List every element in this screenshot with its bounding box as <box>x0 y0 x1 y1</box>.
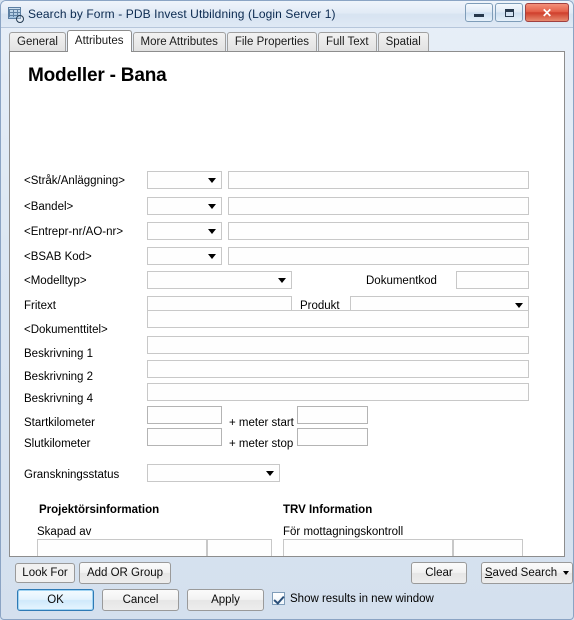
strak-anlaggning-input[interactable] <box>228 171 529 189</box>
beskrivning-4-input[interactable] <box>147 383 529 401</box>
label-granskningsstatus: Granskningsstatus <box>24 469 120 481</box>
add-or-group-button[interactable]: Add OR Group <box>79 562 171 584</box>
chevron-down-icon <box>208 229 216 234</box>
modelltyp-combo[interactable] <box>147 271 292 289</box>
section-heading-projektorsinformation: Projektörsinformation <box>39 504 160 516</box>
close-icon: ✕ <box>541 5 553 20</box>
bandel-input[interactable] <box>228 197 529 215</box>
label-dokumenttitel: <Dokumenttitel> <box>24 324 108 336</box>
chevron-down-icon <box>266 471 274 476</box>
entreprnr-aonr-combo[interactable] <box>147 222 222 240</box>
maximize-icon <box>496 4 522 21</box>
footer-row-actions: Look For Add OR Group Clear Saved Search <box>9 561 573 585</box>
label-startkilometer: Startkilometer <box>24 417 95 429</box>
chevron-down-icon <box>515 303 523 308</box>
meter-start-input[interactable] <box>297 406 368 424</box>
minimize-button[interactable] <box>465 3 493 22</box>
startkilometer-input[interactable] <box>147 406 222 424</box>
beskrivning-1-input[interactable] <box>147 336 529 354</box>
mottagningskontroll-input-1[interactable] <box>283 539 453 556</box>
section-heading-trv-information: TRV Information <box>283 504 373 516</box>
bandel-combo[interactable] <box>147 197 222 215</box>
ok-button[interactable]: OK <box>17 589 94 611</box>
label-slutkilometer: Slutkilometer <box>24 438 91 450</box>
footer-row-dialog-buttons: OK Cancel Apply Show results in new wind… <box>9 588 565 614</box>
tab-spatial[interactable]: Spatial <box>377 32 429 51</box>
show-results-checkbox-wrap[interactable]: Show results in new window <box>272 592 434 605</box>
cancel-button[interactable]: Cancel <box>102 589 179 611</box>
show-results-label: Show results in new window <box>290 592 434 605</box>
label-dokumentkod: Dokumentkod <box>366 275 437 287</box>
label-beskrivning-1: Beskrivning 1 <box>24 348 94 360</box>
bsab-kod-combo[interactable] <box>147 247 222 265</box>
bsab-kod-input[interactable] <box>228 247 529 265</box>
maximize-button[interactable] <box>495 3 523 22</box>
skapad-av-input-2[interactable] <box>207 539 272 556</box>
saved-search-accel: S <box>484 567 493 579</box>
label-skapad-av: Skapad av <box>37 526 92 538</box>
apply-button[interactable]: Apply <box>187 589 264 611</box>
dokumenttitel-input[interactable] <box>147 310 529 328</box>
form-search-icon <box>7 6 24 23</box>
dialog-footer: Look For Add OR Group Clear Saved Search… <box>1 557 573 619</box>
beskrivning-2-input[interactable] <box>147 360 529 378</box>
show-results-checkbox[interactable] <box>272 592 285 605</box>
skapad-av-input-1[interactable] <box>37 539 207 556</box>
strak-anlaggning-combo[interactable] <box>147 171 222 189</box>
tab-general[interactable]: General <box>9 32 66 51</box>
chevron-down-icon <box>563 571 570 575</box>
meter-stop-input[interactable] <box>297 428 368 446</box>
close-button[interactable]: ✕ <box>525 3 569 22</box>
tab-full-text[interactable]: Full Text <box>317 32 377 51</box>
page-title: Modeller - Bana <box>28 65 167 86</box>
tab-attributes[interactable]: Attributes <box>66 30 132 52</box>
minimize-icon <box>466 4 492 21</box>
label-beskrivning-4: Beskrivning 4 <box>24 393 94 405</box>
chevron-down-icon <box>278 278 286 283</box>
dokumentkod-input[interactable] <box>456 271 529 289</box>
chevron-down-icon <box>208 204 216 209</box>
chevron-down-icon <box>208 178 216 183</box>
label-strak-anlaggning: <Stråk/Anläggning> <box>24 175 126 187</box>
search-by-form-window: Search by Form - PDB Invest Utbildning (… <box>0 0 574 620</box>
tab-more-attributes[interactable]: More Attributes <box>132 32 226 51</box>
label-meter-stop: + meter stop <box>229 438 294 450</box>
attributes-form-panel: Modeller - Bana <Stråk/Anläggning> <Band… <box>9 51 565 557</box>
window-controls: ✕ <box>465 3 569 22</box>
chevron-down-icon <box>208 254 216 259</box>
label-modelltyp: <Modelltyp> <box>24 275 87 287</box>
label-bsab-kod: <BSAB Kod> <box>24 251 92 263</box>
label-fritext: Fritext <box>24 300 56 312</box>
label-entreprnr-aonr: <Entrepr-nr/AO-nr> <box>24 226 124 238</box>
clear-button[interactable]: Clear <box>411 562 467 584</box>
label-meter-start: + meter start <box>229 417 294 429</box>
look-for-button[interactable]: Look For <box>15 563 75 583</box>
tab-file-properties[interactable]: File Properties <box>226 32 317 51</box>
tab-strip: General Attributes More Attributes File … <box>1 28 573 52</box>
slutkilometer-input[interactable] <box>147 428 222 446</box>
label-for-mottagningskontroll: För mottagningskontroll <box>283 526 404 538</box>
label-bandel: <Bandel> <box>24 201 74 213</box>
granskningsstatus-combo[interactable] <box>147 464 280 482</box>
label-beskrivning-2: Beskrivning 2 <box>24 371 94 383</box>
saved-search-rest: aved Search <box>492 567 558 579</box>
title-bar: Search by Form - PDB Invest Utbildning (… <box>1 1 573 28</box>
entreprnr-aonr-input[interactable] <box>228 222 529 240</box>
mottagningskontroll-input-2[interactable] <box>453 539 523 556</box>
saved-search-label: Saved Search <box>485 567 557 579</box>
saved-search-button[interactable]: Saved Search <box>481 562 573 584</box>
window-title: Search by Form - PDB Invest Utbildning (… <box>28 7 336 21</box>
